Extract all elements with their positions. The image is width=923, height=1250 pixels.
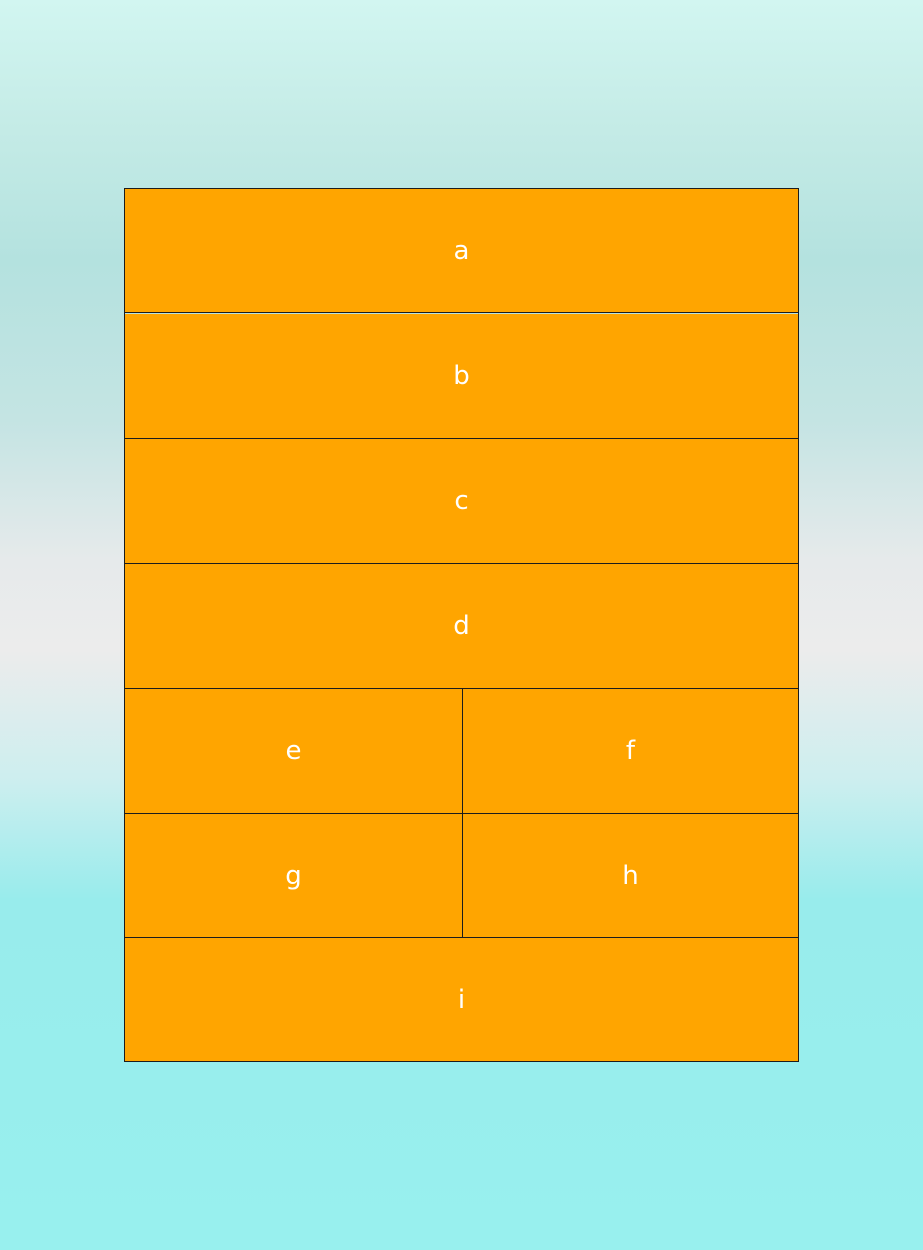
grid-container: a b c d e f g h i [124, 188, 799, 1062]
cell-d[interactable]: d [125, 564, 798, 689]
cell-g-label: g [285, 860, 302, 891]
cell-b[interactable]: b [125, 314, 798, 439]
cell-h-label: h [622, 860, 639, 891]
cell-i-label: i [457, 984, 466, 1015]
cell-i[interactable]: i [125, 938, 798, 1061]
cell-f[interactable]: f [463, 689, 798, 814]
cell-f-label: f [625, 736, 636, 766]
cell-a[interactable]: a [125, 189, 798, 313]
cell-g[interactable]: g [125, 814, 463, 938]
cell-c[interactable]: c [125, 439, 798, 564]
cell-h[interactable]: h [463, 814, 798, 938]
cell-a-label: a [453, 235, 470, 266]
cell-c-label: c [454, 486, 469, 516]
cell-d-label: d [453, 611, 470, 641]
cell-e[interactable]: e [125, 689, 463, 814]
cell-e-label: e [285, 736, 302, 766]
cell-b-label: b [453, 361, 470, 391]
